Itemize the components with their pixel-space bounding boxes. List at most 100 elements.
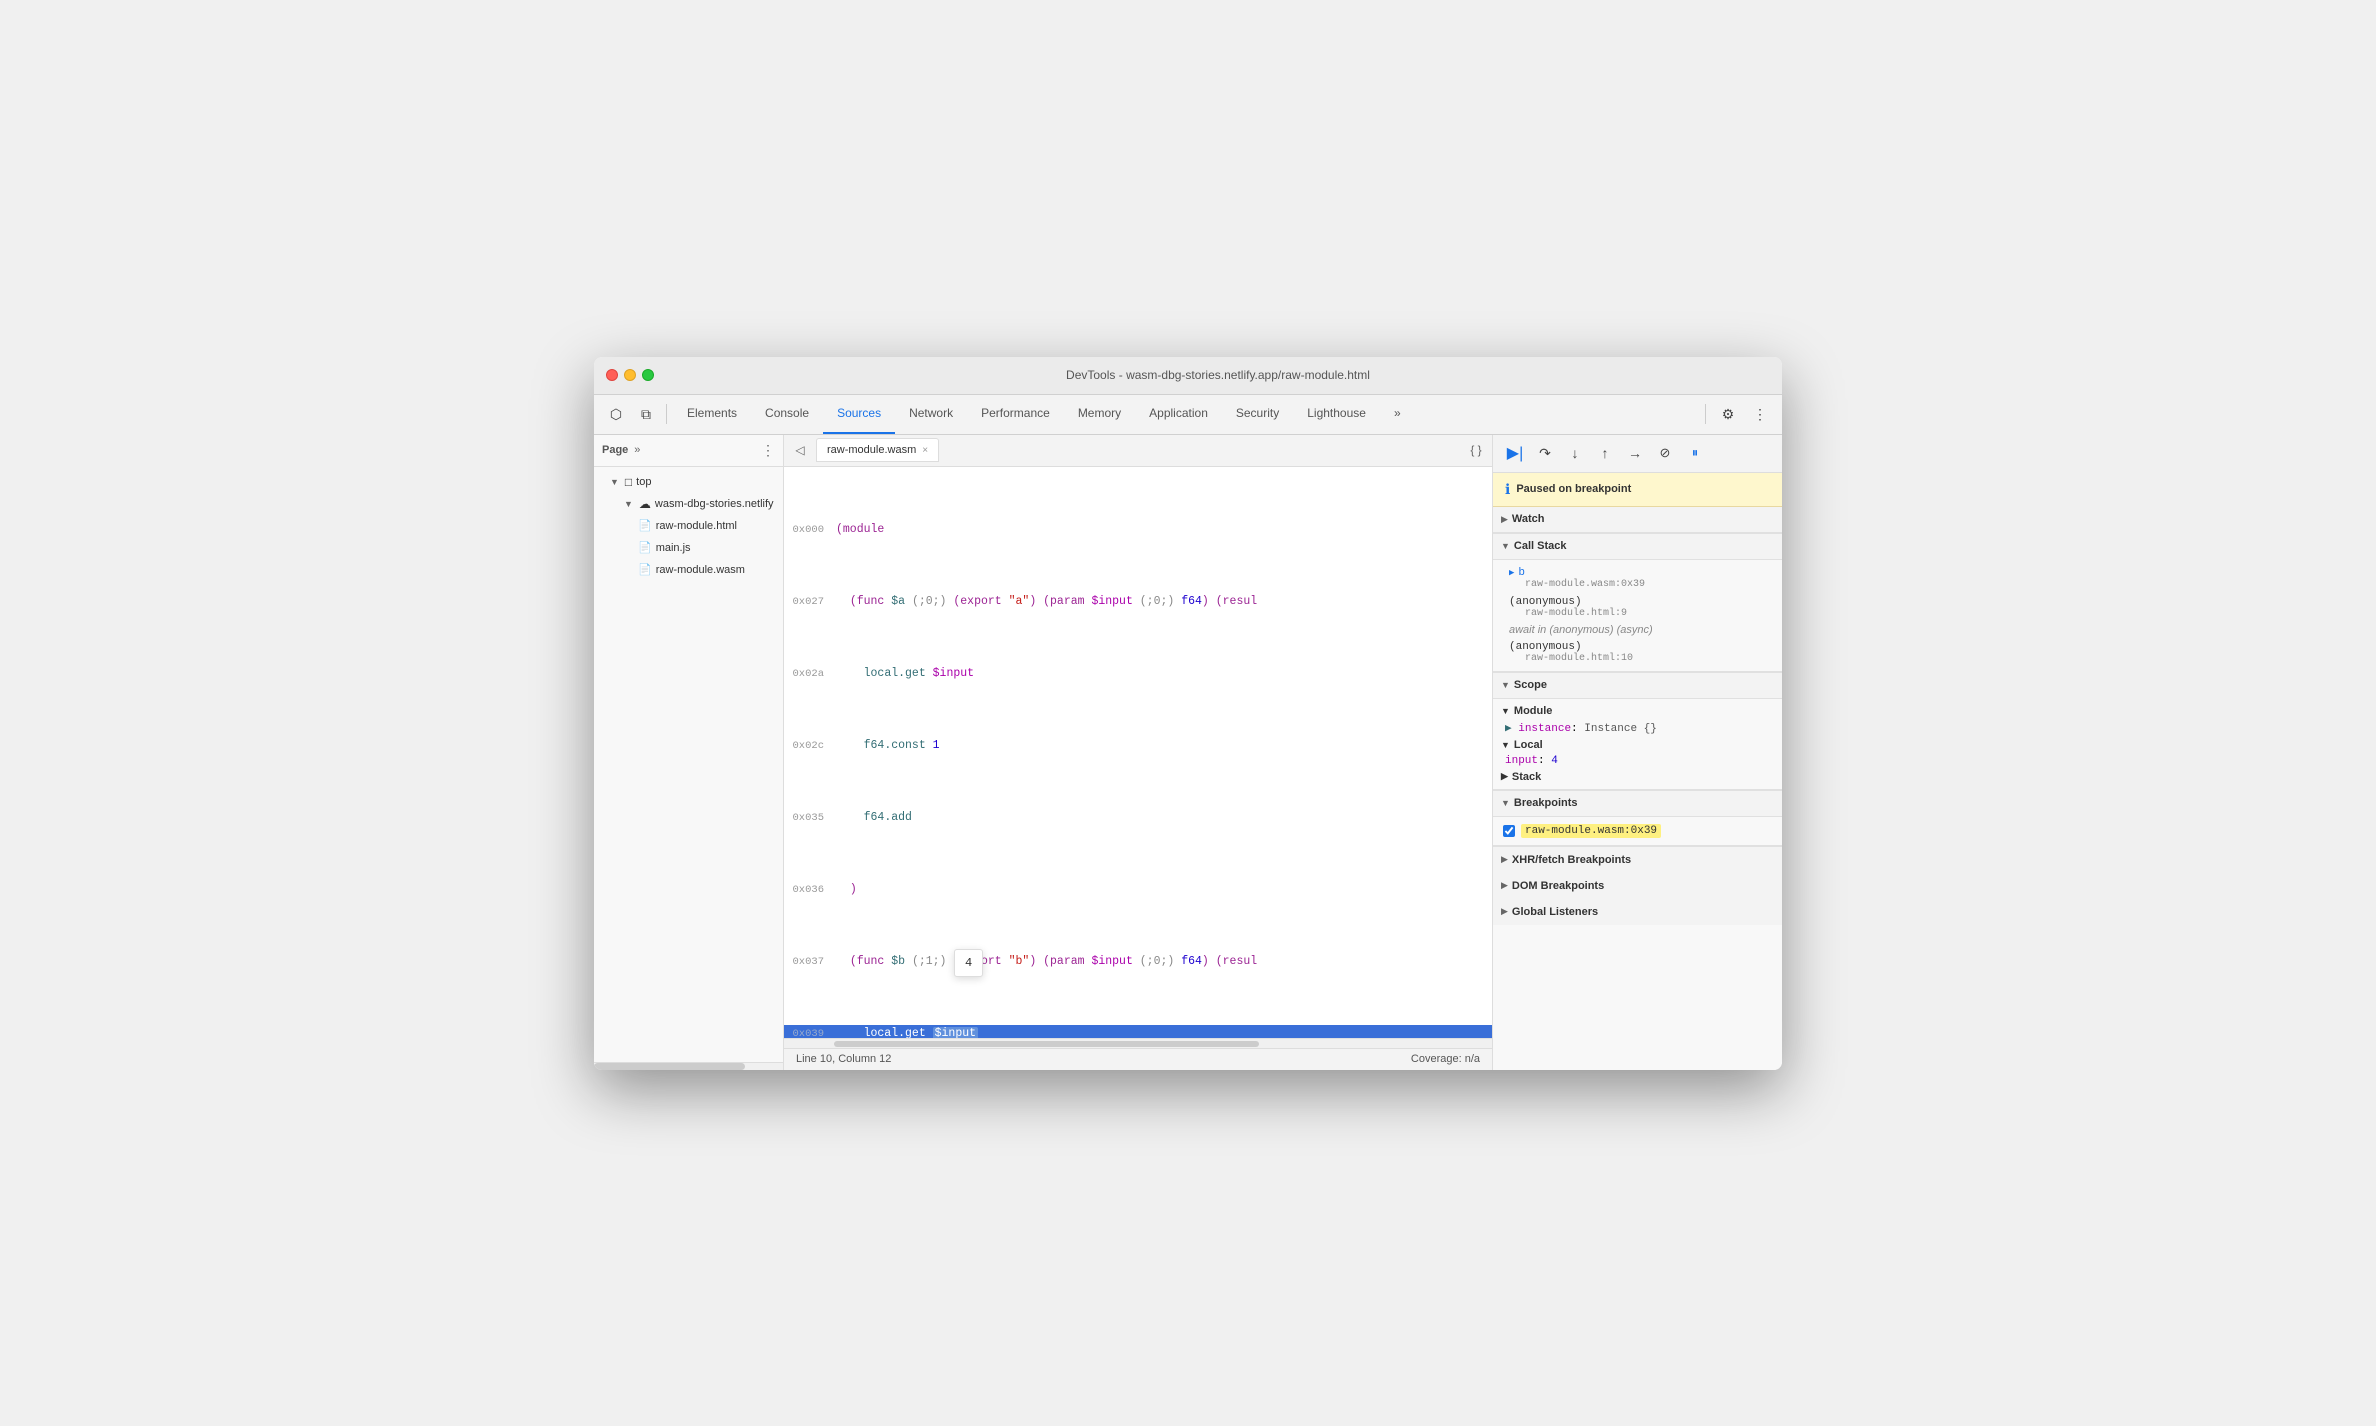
call-stack-header[interactable]: ▼ Call Stack: [1493, 534, 1782, 560]
code-area[interactable]: 0x000 (module 0x027 (func $a (;0;) (expo…: [784, 467, 1492, 1038]
scope-key-input: input: [1505, 755, 1538, 767]
breakpoints-header[interactable]: ▼ Breakpoints: [1493, 791, 1782, 817]
titlebar: DevTools - wasm-dbg-stories.netlify.app/…: [594, 357, 1782, 395]
breakpoint-item-0x39: raw-module.wasm:0x39: [1493, 821, 1782, 841]
tree-label-raw-html: raw-module.html: [656, 520, 737, 532]
scope-module-header[interactable]: ▼ Module: [1493, 703, 1782, 719]
file-icon-js: 📄: [638, 541, 652, 554]
scope-stack-header[interactable]: ▶ Stack: [1493, 769, 1782, 785]
code-text: f64.add: [832, 809, 1492, 827]
code-text: (func $a (;0;) (export "a") (param $inpu…: [832, 593, 1492, 611]
pretty-print-button[interactable]: { }: [1464, 438, 1488, 462]
close-button[interactable]: [606, 369, 618, 381]
middle-panel: ◁ raw-module.wasm × { } 0x000 (module: [784, 435, 1492, 1070]
breakpoint-checkbox[interactable]: [1503, 825, 1515, 837]
call-stack-section: ▼ Call Stack b raw-module.wasm:0x39 (ano…: [1493, 534, 1782, 673]
code-content: 0x000 (module 0x027 (func $a (;0;) (expo…: [784, 467, 1492, 1038]
tree-item-netlify[interactable]: ▼ ☁ wasm-dbg-stories.netlify: [594, 493, 783, 515]
toolbar-divider: [666, 404, 667, 424]
code-scrollbar[interactable]: [784, 1038, 1492, 1048]
call-stack-fn-anon1: (anonymous): [1509, 596, 1770, 608]
page-options-icon[interactable]: ⋮: [761, 442, 775, 459]
window-title: DevTools - wasm-dbg-stories.netlify.app/…: [666, 368, 1770, 382]
tree-arrow-netlify: ▼: [624, 499, 633, 509]
line-addr: 0x035: [784, 809, 832, 827]
breakpoints-arrow: ▼: [1501, 798, 1510, 808]
cloud-icon: ☁: [639, 497, 651, 511]
tree-item-main-js[interactable]: 📄 main.js: [594, 537, 783, 559]
fullscreen-button[interactable]: [642, 369, 654, 381]
pause-exceptions-button[interactable]: ⏸: [1681, 439, 1709, 467]
page-more-icon[interactable]: »: [634, 444, 640, 456]
more-options-button[interactable]: ⋮: [1746, 400, 1774, 428]
line-addr: 0x02c: [784, 737, 832, 755]
resume-button[interactable]: ▶|: [1501, 439, 1529, 467]
step-button[interactable]: →: [1621, 439, 1649, 467]
editor-back-button[interactable]: ◁: [788, 438, 812, 462]
editor-tab-close[interactable]: ×: [922, 445, 928, 456]
watch-header[interactable]: ▶ Watch: [1493, 507, 1782, 533]
scope-header[interactable]: ▼ Scope: [1493, 673, 1782, 699]
xhr-breakpoints-section[interactable]: ▶ XHR/fetch Breakpoints: [1493, 847, 1782, 873]
tab-application[interactable]: Application: [1135, 395, 1222, 434]
coverage-status: Coverage: n/a: [1411, 1053, 1480, 1065]
scrollbar-thumb: [594, 1063, 745, 1070]
nav-tabs: Elements Console Sources Network Perform…: [673, 395, 1699, 434]
tree-item-top[interactable]: ▼ □ top: [594, 471, 783, 493]
dom-breakpoints-section[interactable]: ▶ DOM Breakpoints: [1493, 873, 1782, 899]
devtools-window: DevTools - wasm-dbg-stories.netlify.app/…: [594, 357, 1782, 1070]
scope-local-header[interactable]: ▼ Local: [1493, 737, 1782, 753]
watch-arrow: ▶: [1501, 514, 1508, 525]
scope-section: ▼ Scope ▼ Module ▶ instance: Instance {}…: [1493, 673, 1782, 791]
left-panel-scrollbar[interactable]: [594, 1062, 783, 1070]
code-line-0x027: 0x027 (func $a (;0;) (export "a") (param…: [784, 593, 1492, 611]
tab-lighthouse[interactable]: Lighthouse: [1293, 395, 1380, 434]
tab-sources[interactable]: Sources: [823, 395, 895, 434]
scope-arrow: ▼: [1501, 680, 1510, 690]
call-stack-item-anon1[interactable]: (anonymous) raw-module.html:9: [1493, 593, 1782, 622]
scope-content: ▼ Module ▶ instance: Instance {} ▼ Local…: [1493, 699, 1782, 790]
code-line-0x02a: 0x02a local.get $input: [784, 665, 1492, 683]
code-line-0x039: 0x039 local.get $input: [784, 1025, 1492, 1038]
tab-memory[interactable]: Memory: [1064, 395, 1135, 434]
tree-label-main-js: main.js: [656, 542, 691, 554]
tree-label-top: top: [636, 476, 651, 488]
minimize-button[interactable]: [624, 369, 636, 381]
settings-button[interactable]: ⚙: [1714, 400, 1742, 428]
cursor-tool-button[interactable]: ⬡: [602, 400, 630, 428]
scope-stack-label: Stack: [1512, 771, 1541, 783]
tree-item-raw-html[interactable]: 📄 raw-module.html: [594, 515, 783, 537]
tab-network[interactable]: Network: [895, 395, 967, 434]
page-panel-label: Page: [602, 444, 628, 456]
tab-elements[interactable]: Elements: [673, 395, 751, 434]
device-toggle-button[interactable]: ⧉: [632, 400, 660, 428]
watch-label: Watch: [1512, 513, 1545, 525]
tree-item-raw-wasm[interactable]: 📄 raw-module.wasm: [594, 559, 783, 581]
nav-toolbar: ⬡ ⧉ Elements Console Sources Network Per…: [594, 395, 1782, 435]
step-into-button[interactable]: ↓: [1561, 439, 1589, 467]
tab-more[interactable]: »: [1380, 395, 1415, 434]
tree-label-netlify: wasm-dbg-stories.netlify: [655, 498, 774, 510]
deactivate-breakpoints-button[interactable]: ⊘: [1651, 439, 1679, 467]
watch-section: ▶ Watch: [1493, 507, 1782, 534]
status-bar: Line 10, Column 12 Coverage: n/a: [784, 1048, 1492, 1070]
scope-key: instance: [1518, 723, 1571, 735]
editor-controls: { }: [1464, 438, 1488, 462]
scope-local-label: Local: [1514, 739, 1543, 751]
tab-security[interactable]: Security: [1222, 395, 1293, 434]
line-addr: 0x037: [784, 953, 832, 971]
code-line-0x000: 0x000 (module: [784, 521, 1492, 539]
call-stack-item-b[interactable]: b raw-module.wasm:0x39: [1493, 564, 1782, 593]
scope-local-arrow: ▼: [1501, 740, 1510, 750]
tab-console[interactable]: Console: [751, 395, 823, 434]
call-stack-item-anon2[interactable]: (anonymous) raw-module.html:10: [1493, 638, 1782, 667]
step-out-button[interactable]: ↑: [1591, 439, 1619, 467]
editor-tab-raw-wasm[interactable]: raw-module.wasm ×: [816, 438, 939, 462]
dom-arrow: ▶: [1501, 880, 1508, 891]
call-stack-fn-b: b: [1509, 567, 1770, 579]
tab-performance[interactable]: Performance: [967, 395, 1064, 434]
call-stack-content: b raw-module.wasm:0x39 (anonymous) raw-m…: [1493, 560, 1782, 672]
step-over-button[interactable]: ↷: [1531, 439, 1559, 467]
line-addr: 0x039: [784, 1025, 832, 1038]
global-listeners-section[interactable]: ▶ Global Listeners: [1493, 899, 1782, 925]
